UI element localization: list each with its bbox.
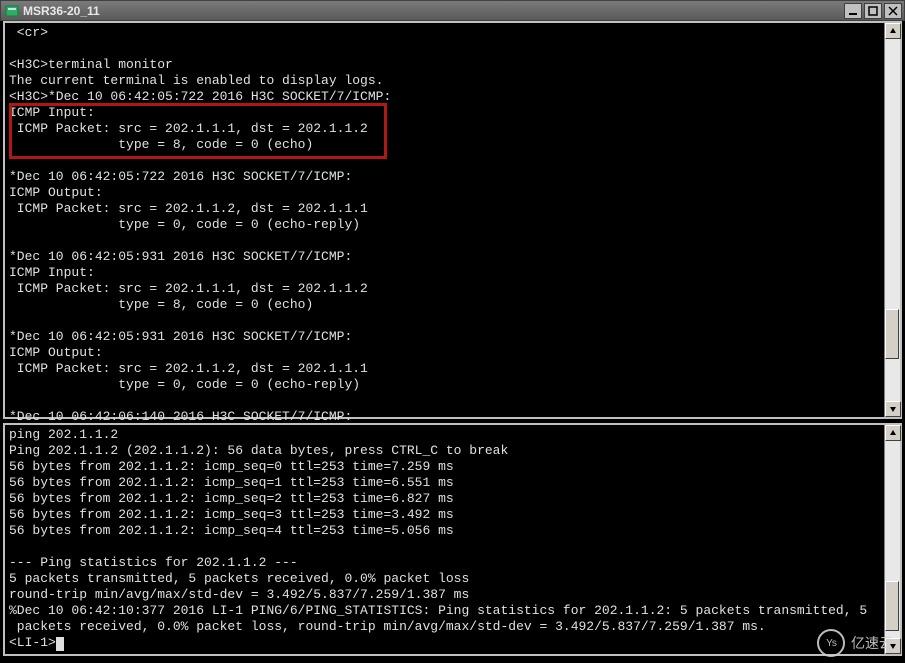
scrollbar-top[interactable]	[884, 23, 900, 417]
scroll-down-button[interactable]	[885, 638, 901, 654]
scroll-track-top[interactable]	[885, 39, 900, 401]
scroll-thumb-bottom[interactable]	[885, 581, 899, 631]
terminal-output-bottom: ping 202.1.1.2 Ping 202.1.1.2 (202.1.1.2…	[9, 427, 882, 652]
scroll-track-bottom[interactable]	[885, 441, 900, 638]
maximize-button[interactable]	[864, 3, 882, 19]
terminal-pane-top[interactable]: <cr> <H3C>terminal monitor The current t…	[3, 21, 902, 419]
command-text: ping 202.1.1.2	[9, 427, 118, 442]
minimize-button[interactable]	[844, 3, 862, 19]
scroll-thumb-top[interactable]	[885, 309, 899, 359]
window-controls	[844, 3, 902, 19]
scroll-down-button[interactable]	[885, 401, 901, 417]
app-icon	[5, 4, 19, 18]
terminal-pane-bottom[interactable]: ping 202.1.1.2 Ping 202.1.1.2 (202.1.1.2…	[3, 423, 902, 656]
window-title: MSR36-20_11	[23, 4, 844, 18]
terminal-output-top: <cr> <H3C>terminal monitor The current t…	[9, 25, 882, 415]
prompt: <LI-1>	[9, 635, 56, 650]
cursor	[56, 637, 64, 651]
scrollbar-bottom[interactable]	[884, 425, 900, 654]
window-titlebar: MSR36-20_11	[0, 0, 905, 21]
scroll-up-button[interactable]	[885, 23, 901, 39]
close-button[interactable]	[884, 3, 902, 19]
scroll-up-button[interactable]	[885, 425, 901, 441]
